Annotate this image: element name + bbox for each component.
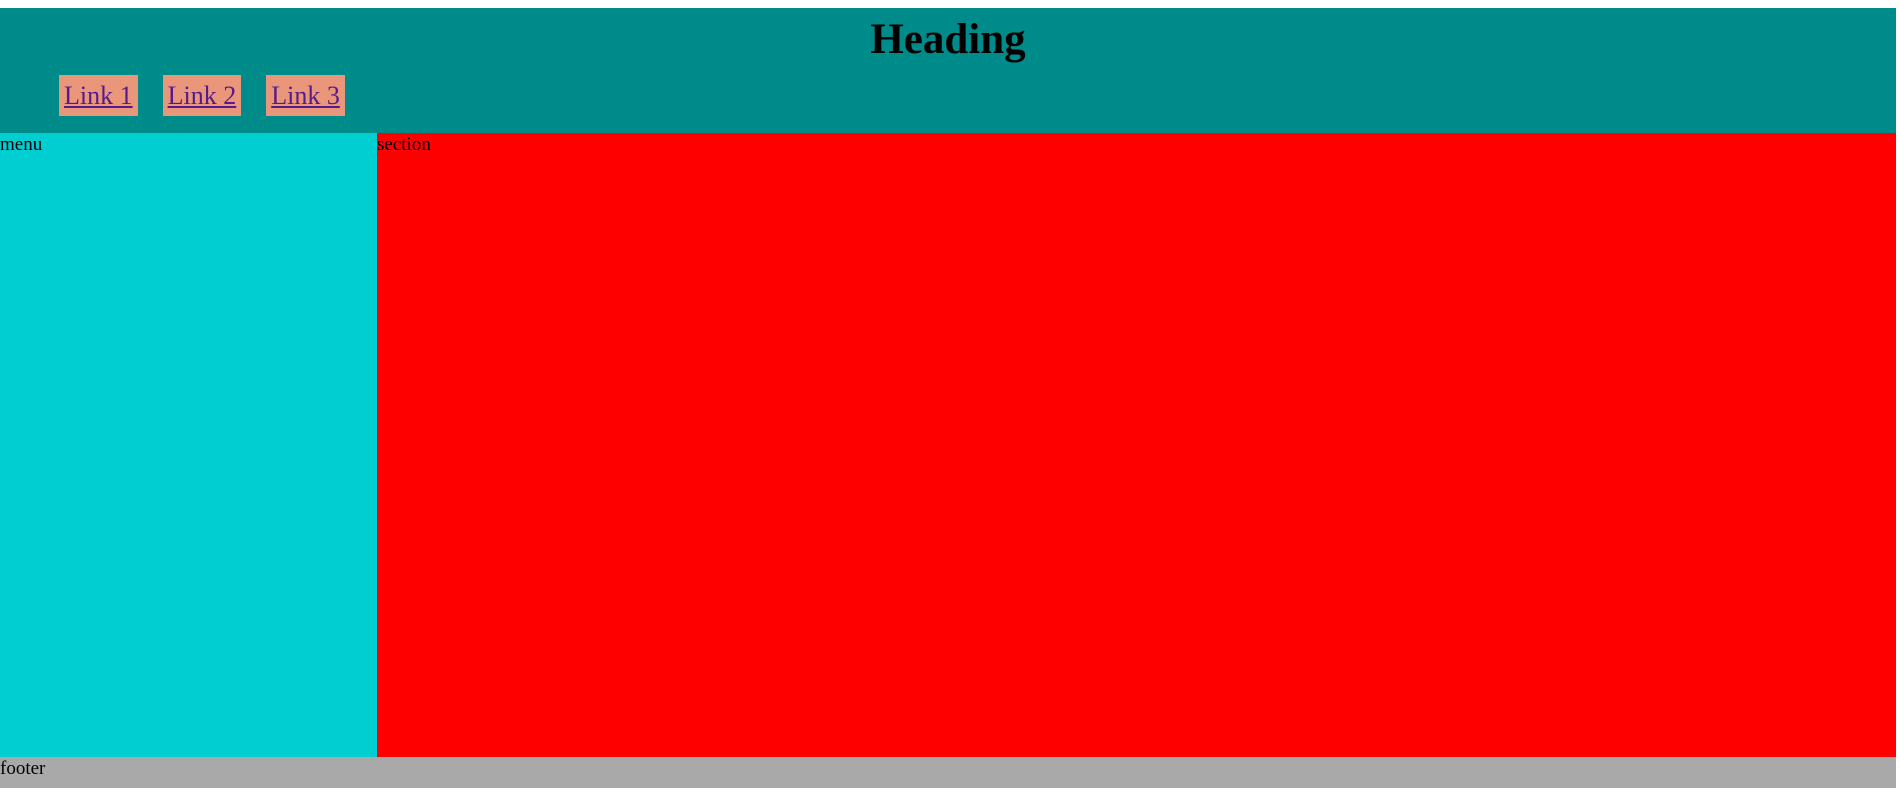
page: Heading Link 1 Link 2 Link 3 menu sectio…: [0, 0, 1900, 788]
footer-label: footer: [0, 758, 46, 779]
page-footer: footer: [0, 757, 1896, 788]
page-heading: Heading: [870, 16, 1026, 63]
nav-link-1[interactable]: Link 1: [59, 75, 138, 116]
section-label: section: [377, 134, 431, 155]
main-section: section: [377, 133, 1896, 757]
page-header: Heading Link 1 Link 2 Link 3: [0, 8, 1896, 133]
nav-link-2[interactable]: Link 2: [162, 75, 242, 116]
side-menu: menu: [0, 133, 377, 757]
nav-link-3[interactable]: Link 3: [266, 75, 345, 116]
menu-label: menu: [0, 134, 43, 155]
navigation-bar: Link 1 Link 2 Link 3: [59, 75, 345, 116]
